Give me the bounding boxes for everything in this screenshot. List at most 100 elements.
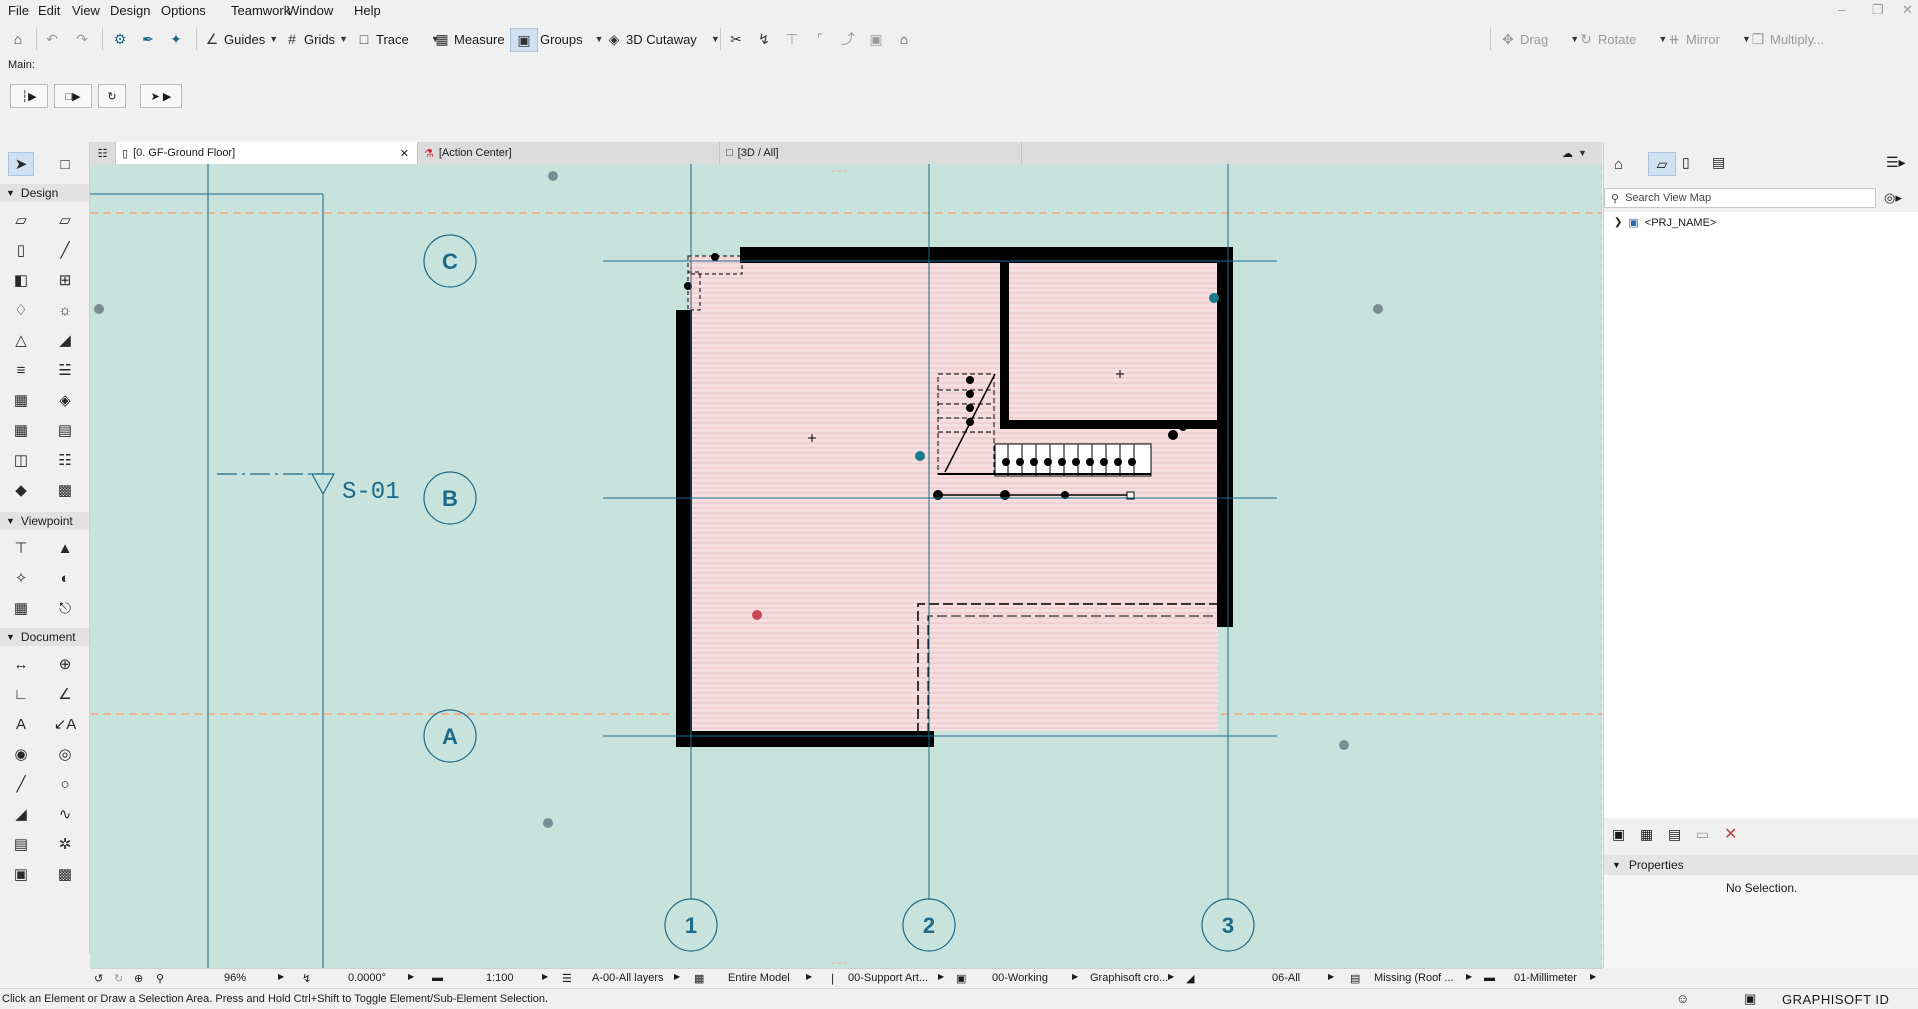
elevation-tool[interactable]: ▲ (52, 536, 78, 560)
cutaway-button[interactable]: ◈ 3D Cutaway ▼ (606, 28, 720, 50)
spline-tool[interactable]: ∿ (52, 802, 78, 826)
morph-shape-tool[interactable]: ◆ (8, 478, 34, 502)
menu-edit[interactable]: Edit (38, 3, 60, 18)
close-icon[interactable]: ✕ (400, 147, 409, 160)
layout-book-icon[interactable]: ▯ (1682, 154, 1690, 171)
grid-row-label[interactable]: A (442, 724, 458, 749)
close-window-icon[interactable]: ✕ (1902, 2, 1913, 18)
arrow-options-button[interactable]: ➤ ▶ (140, 84, 182, 108)
redo-button[interactable]: ↷ (74, 28, 90, 50)
label-tool[interactable]: ↙A (52, 712, 78, 736)
selection-method-button[interactable]: □▶ (54, 84, 92, 108)
home-button[interactable]: ⌂ (10, 28, 26, 50)
undo-button[interactable]: ↶ (44, 28, 60, 50)
tree-root-item[interactable]: ❯ ▣ <PRJ_NAME> (1614, 216, 1716, 230)
adjust-button[interactable]: ↯ (756, 28, 772, 50)
tab-options-button[interactable]: ☁ ▼ (1556, 142, 1602, 164)
pen-set[interactable]: 00-Support Art... (848, 972, 928, 984)
view-settings-icon[interactable]: ◎▸ (1884, 190, 1902, 206)
shell-tool[interactable]: ◢ (52, 328, 78, 352)
chevron-right-icon[interactable]: ▶ (1168, 972, 1174, 981)
object-tool[interactable]: ♢ (8, 298, 34, 322)
door-tool[interactable]: ◧ (8, 268, 34, 292)
graphic-override[interactable]: Graphisoft cro... (1090, 972, 1168, 984)
zone-stamp-tool[interactable]: ◎ (52, 742, 78, 766)
menu-document[interactable]: Options (161, 3, 206, 18)
menu-teamwork[interactable]: Window (287, 3, 333, 18)
menu-design[interactable]: Design (110, 3, 150, 18)
chevron-right-icon[interactable]: ▶ (408, 972, 414, 981)
intersect-button[interactable]: ⊤ (784, 28, 800, 50)
menu-window[interactable]: Help (354, 3, 381, 18)
chevron-right-icon[interactable]: ▶ (1466, 972, 1472, 981)
radial-dimension-tool[interactable]: ∟ (8, 682, 34, 706)
wall-interior-horizontal[interactable] (1000, 420, 1220, 429)
delete-icon[interactable]: ✕ (1724, 824, 1737, 844)
grids-button[interactable]: # Grids ▼ (284, 28, 348, 50)
roof-button[interactable]: ⌂ (896, 28, 912, 50)
tab-3d[interactable]: □ [3D / All] (720, 142, 1022, 164)
line-tool[interactable]: ╱ (8, 772, 34, 796)
geometry-method-button[interactable]: ┆▶ (10, 84, 48, 108)
pick-up-button[interactable]: ⚙ (112, 28, 128, 50)
section-document[interactable]: ▼ Document (0, 628, 89, 646)
scale-value[interactable]: 1:100 (486, 972, 514, 984)
rotate-button[interactable]: ↻ Rotate ▼ (1578, 28, 1667, 50)
save-view-icon[interactable]: ▣ (1612, 826, 1625, 843)
renovation-filter[interactable]: 06-All (1272, 972, 1300, 984)
dimension-standard[interactable]: 01-Millimeter (1514, 972, 1577, 984)
guides-button[interactable]: ∠ Guides ▼ (204, 28, 278, 50)
beam-tool[interactable]: ╱ (52, 238, 78, 262)
mirror-button[interactable]: ⧺ Mirror ▼ (1666, 28, 1751, 50)
explode-button[interactable]: ▣ (868, 28, 884, 50)
chevron-right-icon[interactable]: ▶ (1328, 972, 1334, 981)
zone-tool[interactable]: ▤ (52, 418, 78, 442)
fillet-button[interactable]: ⌜ (812, 28, 828, 50)
section-marker[interactable]: S-01 (217, 473, 400, 506)
section-viewpoint[interactable]: ▼ Viewpoint (0, 512, 89, 530)
offset-button[interactable]: ⤴ (840, 28, 856, 50)
new-folder-icon[interactable]: ▤ (1668, 826, 1681, 843)
wall-tool[interactable]: ▱ (8, 208, 34, 232)
morph-tool[interactable]: ◈ (52, 388, 78, 412)
multiply-button[interactable]: ❐ Multiply... (1750, 28, 1824, 50)
chevron-right-icon[interactable]: ▶ (674, 972, 680, 981)
chevron-right-icon[interactable]: ▶ (542, 972, 548, 981)
wall-east[interactable] (1217, 247, 1233, 627)
floor-plan-canvas[interactable]: C B A 1 2 3 S-01 - - - - - - (90, 164, 1602, 968)
menu-view[interactable]: View (72, 3, 100, 18)
trim-button[interactable]: ✂ (728, 28, 744, 50)
lamp-tool[interactable]: ☼ (52, 298, 78, 322)
publisher-icon[interactable]: ▤ (1712, 154, 1725, 171)
user-icon[interactable]: ☺ (1676, 991, 1689, 1006)
skylight-tool[interactable]: ◫ (8, 448, 34, 472)
marquee-tool[interactable]: □ (52, 152, 78, 176)
redo-zoom-icon[interactable]: ↻ (114, 972, 123, 985)
window-tool[interactable]: ⊞ (52, 268, 78, 292)
rotated-marquee-button[interactable]: ↻ (98, 84, 126, 108)
text-tool[interactable]: A (8, 712, 34, 736)
chevron-right-icon[interactable]: ▶ (278, 972, 284, 981)
view-map-search[interactable]: ⚲ Search View Map (1604, 188, 1876, 208)
panel-menu-icon[interactable]: ☰▸ (1886, 154, 1906, 171)
wall-west[interactable] (676, 310, 692, 740)
fill-tool[interactable]: ▤ (8, 832, 34, 856)
figure-tool[interactable]: ▣ (8, 862, 34, 886)
graphisoft-id[interactable]: GRAPHISOFT ID (1782, 992, 1889, 1007)
magic-wand-button[interactable]: ✦ (168, 28, 184, 50)
chevron-right-icon[interactable]: ▶ (1072, 972, 1078, 981)
arc-tool[interactable]: ○ (52, 772, 78, 796)
level-dimension-tool[interactable]: ⊕ (52, 652, 78, 676)
polyline-tool[interactable]: ◢ (8, 802, 34, 826)
zoom-in-icon[interactable]: ⊕ (134, 972, 143, 985)
railing-tool[interactable]: ☱ (52, 358, 78, 382)
minimize-icon[interactable]: – (1838, 2, 1845, 17)
section-marker-label[interactable]: S-01 (342, 479, 400, 506)
dimension-tool[interactable]: ↔ (8, 652, 34, 676)
section-design[interactable]: ▼ Design (0, 184, 89, 202)
section-tool[interactable]: ⊤ (8, 536, 34, 560)
drawing-tool[interactable]: ▩ (52, 862, 78, 886)
window-icon[interactable]: ▣ (1744, 991, 1756, 1007)
tab-ground-floor[interactable]: ▯ [0. GF-Ground Floor] ✕ (116, 142, 418, 164)
model-view[interactable]: Entire Model (728, 972, 790, 984)
